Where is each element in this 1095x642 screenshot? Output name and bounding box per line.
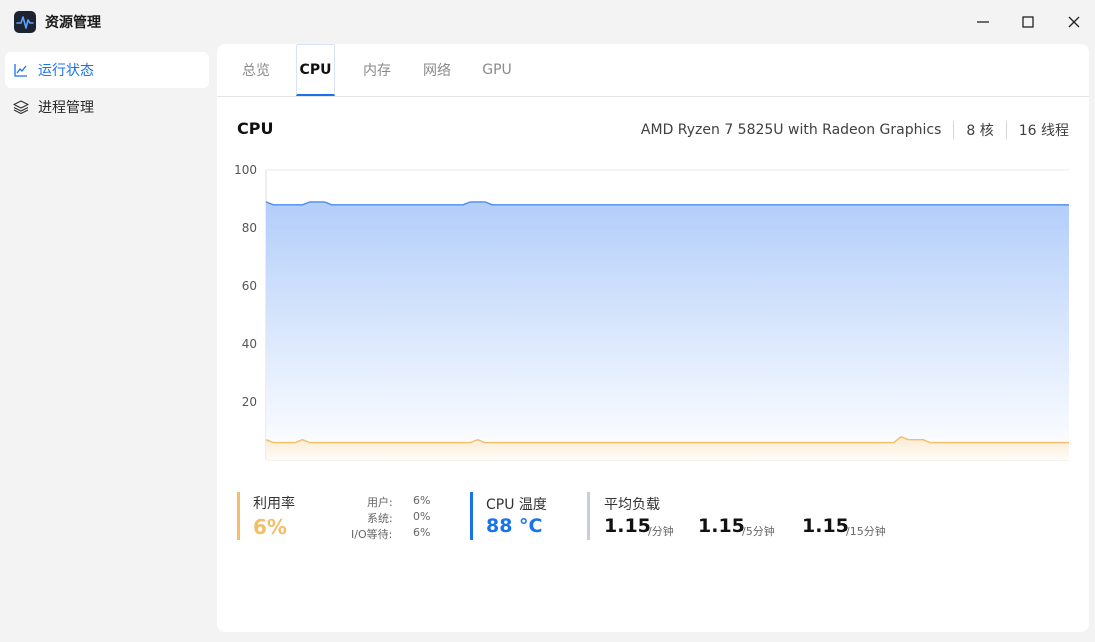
load-15min-value: 1.15 <box>802 515 849 537</box>
cpu-threads: 16 线程 <box>1018 123 1069 139</box>
load-15min-unit: /15分钟 <box>846 525 886 538</box>
load-5min-unit: /5分钟 <box>742 525 775 538</box>
cpu-usage-chart: 20 40 60 80 100 <box>234 163 1069 461</box>
tab-network[interactable]: 网络 <box>413 44 461 96</box>
utilization-label: 利用率 <box>253 496 295 512</box>
cpu-spec: AMD Ryzen 7 5825U with Radeon Graphics 8… <box>641 120 1069 140</box>
user-value: 6% <box>413 494 431 507</box>
close-button[interactable] <box>1059 8 1089 36</box>
temperature-value: 88 °C <box>486 515 543 537</box>
cpu-model: AMD Ryzen 7 5825U with Radeon Graphics <box>640 122 942 138</box>
minimize-button[interactable] <box>968 8 998 36</box>
tab-cpu[interactable]: CPU <box>296 44 335 96</box>
y-tick-label: 20 <box>242 395 257 409</box>
sidebar-item-label: 运行状态 <box>38 63 94 79</box>
tab-overview[interactable]: 总览 <box>232 44 280 96</box>
tab-gpu[interactable]: GPU <box>473 44 521 96</box>
system-value: 0% <box>413 510 431 523</box>
y-tick-label: 40 <box>242 337 257 351</box>
minimize-icon <box>977 21 989 23</box>
y-tick-label: 100 <box>234 163 257 177</box>
load-indicator-bar <box>587 492 590 540</box>
tab-memory[interactable]: 内存 <box>353 44 401 96</box>
maximize-icon <box>1022 16 1034 28</box>
close-icon <box>1068 16 1080 28</box>
cpu-usage-series-line <box>265 201 1069 206</box>
y-tick-label: 60 <box>242 279 257 293</box>
title-bar: 资源管理 <box>0 0 1095 44</box>
y-tick-label: 80 <box>242 221 257 235</box>
load-5min-value: 1.15 <box>698 515 745 537</box>
tab-bar: 总览 CPU 内存 网络 GPU <box>217 44 1089 97</box>
utilization-indicator-bar <box>237 492 240 540</box>
window-title: 资源管理 <box>45 15 101 31</box>
cpu-usage-series-area <box>266 201 1069 460</box>
divider <box>953 121 955 139</box>
io-wait-value: 6% <box>413 526 431 539</box>
line-chart-icon <box>13 62 29 78</box>
divider <box>1005 121 1007 139</box>
system-label: 系统: <box>367 512 393 525</box>
temperature-indicator-bar <box>470 492 473 540</box>
utilization-value: 6% <box>253 515 287 539</box>
sidebar-item-processes[interactable]: 进程管理 <box>5 89 209 125</box>
cpu-heading: CPU <box>237 119 274 138</box>
maximize-button[interactable] <box>1013 8 1043 36</box>
sidebar-item-label: 进程管理 <box>38 100 94 116</box>
main-panel: 总览 CPU 内存 网络 GPU CPU AMD Ryzen 7 5825U w… <box>217 44 1089 632</box>
sidebar-item-status[interactable]: 运行状态 <box>5 52 209 88</box>
load-label: 平均负载 <box>604 497 660 513</box>
temperature-label: CPU 温度 <box>486 497 547 513</box>
cpu-cores: 8 核 <box>966 123 994 139</box>
load-1min-value: 1.15 <box>604 515 651 537</box>
load-1min-unit: /分钟 <box>648 525 674 538</box>
layers-icon <box>13 99 29 115</box>
io-wait-label: I/O等待: <box>351 528 393 541</box>
user-label: 用户: <box>367 496 393 509</box>
app-logo-icon <box>14 11 36 33</box>
